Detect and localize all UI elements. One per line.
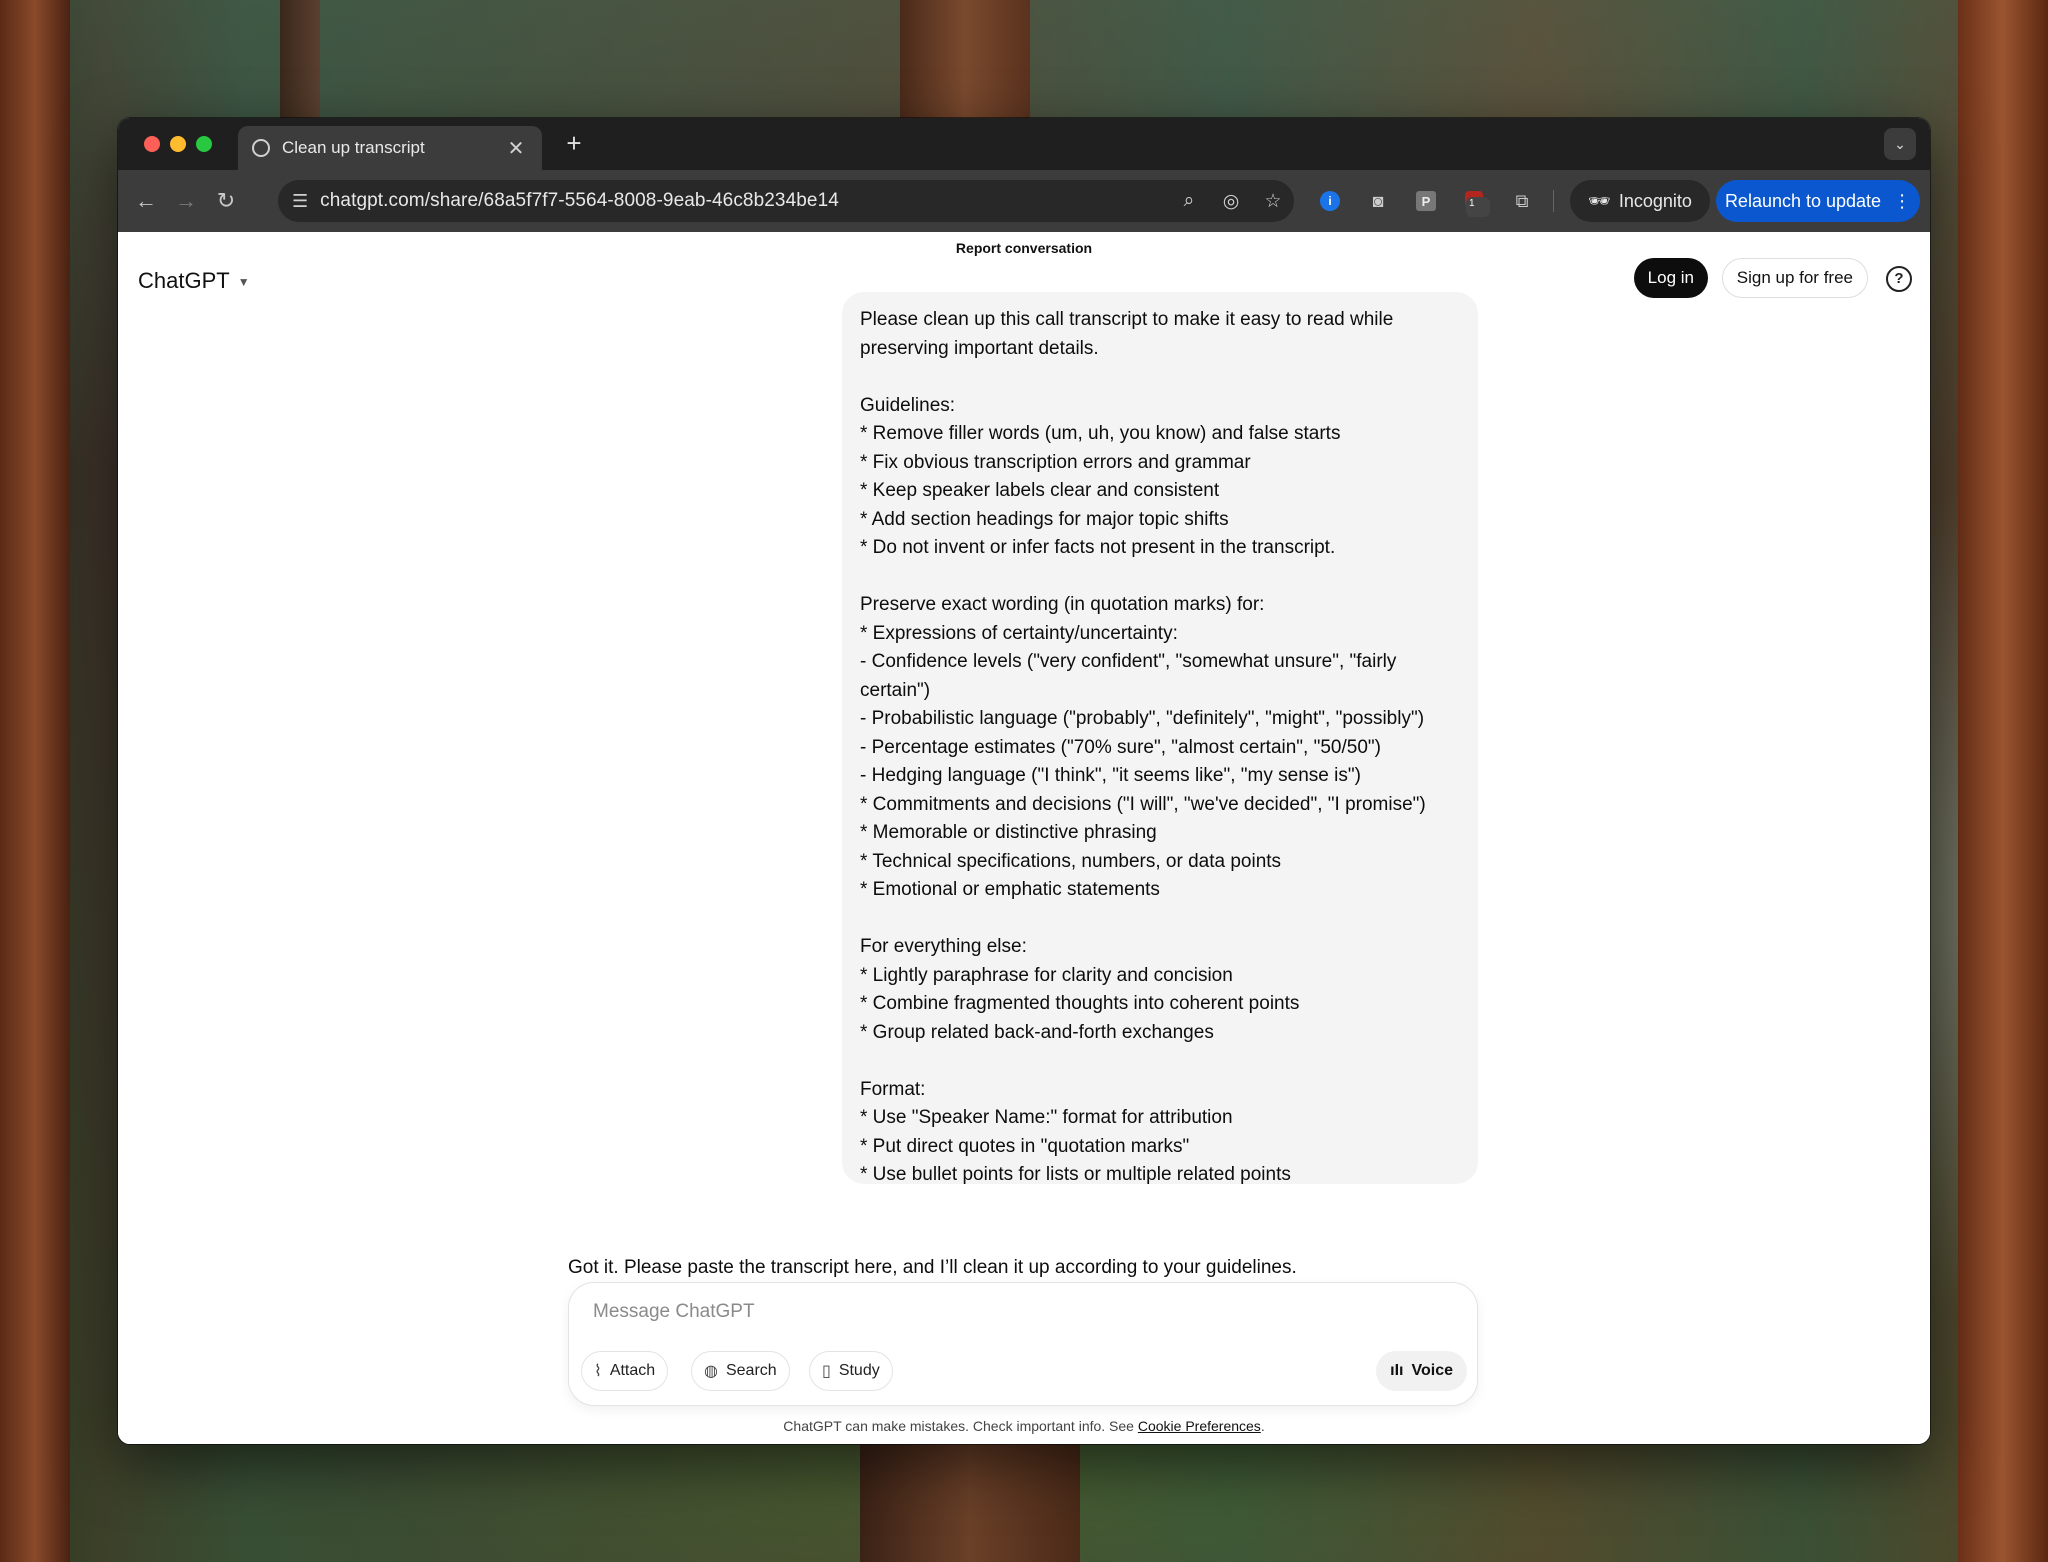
minimize-window-button[interactable] — [170, 136, 186, 152]
message-input[interactable]: Message ChatGPT — [593, 1301, 755, 1323]
disclaimer-text: ChatGPT can make mistakes. Check importa… — [783, 1418, 1138, 1434]
tree-trunk — [0, 0, 70, 1562]
attach-button[interactable]: ⌇ Attach — [581, 1351, 669, 1391]
incognito-label: Incognito — [1618, 190, 1692, 211]
study-button[interactable]: ▯ Study — [809, 1351, 893, 1391]
study-label: Study — [838, 1362, 880, 1379]
password-manager-icon[interactable]: i — [1316, 187, 1344, 215]
cookie-preferences-link[interactable]: Cookie Preferences — [1138, 1418, 1261, 1434]
tab-search-chevron-icon[interactable]: ⌄ — [1884, 128, 1916, 160]
relaunch-label: Relaunch to update — [1724, 190, 1882, 211]
brand-label: ChatGPT — [138, 268, 230, 293]
puzzle-icon[interactable]: ⧉ — [1508, 187, 1536, 215]
openai-favicon-icon — [252, 139, 270, 157]
reload-icon[interactable]: ↻ — [206, 181, 246, 221]
toolbar-divider — [1553, 190, 1554, 212]
window-controls — [144, 136, 212, 152]
search-button[interactable]: ◍ Search — [691, 1351, 790, 1391]
extension-badge: 1 — [1466, 197, 1490, 217]
p-extension-icon[interactable]: P — [1412, 187, 1440, 215]
site-settings-icon[interactable]: ☰ — [292, 191, 308, 212]
tree-trunk — [280, 0, 320, 120]
tree-trunk — [900, 0, 1030, 120]
new-tab-button[interactable]: + — [558, 128, 590, 159]
help-icon[interactable]: ? — [1886, 266, 1912, 292]
disclaimer: ChatGPT can make mistakes. Check importa… — [118, 1418, 1930, 1434]
tab-title: Clean up transcript — [282, 138, 425, 157]
chevron-down-icon: ▼ — [237, 275, 250, 289]
ublock-icon[interactable]: 1 — [1460, 187, 1490, 217]
relaunch-button[interactable]: Relaunch to update ⋮ — [1716, 180, 1920, 222]
signup-button[interactable]: Sign up for free — [1721, 258, 1868, 298]
voice-label: Voice — [1411, 1362, 1454, 1379]
login-button[interactable]: Log in — [1633, 258, 1708, 298]
browser-window: Clean up transcript ✕ + ⌄ ← → ↻ ☰ chatgp… — [118, 118, 1930, 1444]
model-selector[interactable]: ChatGPT ▼ — [138, 268, 250, 294]
book-icon: ▯ — [822, 1363, 831, 1380]
disclaimer-end: . — [1260, 1418, 1265, 1434]
message-composer[interactable]: Message ChatGPT ⌇ Attach ◍ Search ▯ Stud… — [568, 1282, 1478, 1406]
address-bar[interactable]: ☰ chatgpt.com/share/68a5f7f7-5564-8008-9… — [278, 180, 1294, 222]
chatgpt-page: Report conversation ChatGPT ▼ Log in Sig… — [118, 232, 1930, 1444]
tree-trunk — [1958, 0, 2048, 1562]
assistant-message: Got it. Please paste the transcript here… — [568, 1257, 1297, 1278]
voice-wave-icon: ıIı — [1390, 1362, 1404, 1379]
browser-toolbar: ← → ↻ ☰ chatgpt.com/share/68a5f7f7-5564-… — [118, 170, 1930, 232]
tab-strip: Clean up transcript ✕ + ⌄ — [118, 118, 1930, 170]
close-tab-icon[interactable]: ✕ — [504, 136, 528, 161]
maximize-window-button[interactable] — [196, 136, 212, 152]
star-icon[interactable]: ☆ — [1252, 190, 1294, 213]
report-conversation-link[interactable]: Report conversation — [118, 240, 1930, 256]
tab-active[interactable]: Clean up transcript ✕ — [238, 126, 542, 170]
voice-button[interactable]: ıIı Voice — [1376, 1351, 1467, 1391]
forward-icon[interactable]: → — [166, 181, 206, 221]
eye-off-icon[interactable]: ◎ — [1210, 190, 1252, 213]
incognito-icon: 🕶 — [1588, 190, 1611, 211]
kebab-icon[interactable]: ⋮ — [1893, 191, 1911, 212]
incognito-indicator[interactable]: 🕶 Incognito — [1570, 180, 1710, 222]
close-window-button[interactable] — [144, 136, 160, 152]
zoom-icon[interactable]: ⌕ — [1168, 190, 1210, 212]
globe-icon: ◍ — [704, 1363, 718, 1380]
tree-trunk — [860, 1440, 1080, 1562]
camera-icon[interactable]: ◙ — [1364, 187, 1392, 215]
search-label: Search — [725, 1362, 777, 1379]
url-text[interactable]: chatgpt.com/share/68a5f7f7-5564-8008-9ea… — [320, 190, 1168, 212]
attach-label: Attach — [609, 1362, 656, 1379]
back-icon[interactable]: ← — [126, 181, 166, 221]
paperclip-icon: ⌇ — [594, 1363, 602, 1380]
user-message: Please clean up this call transcript to … — [842, 292, 1478, 1185]
